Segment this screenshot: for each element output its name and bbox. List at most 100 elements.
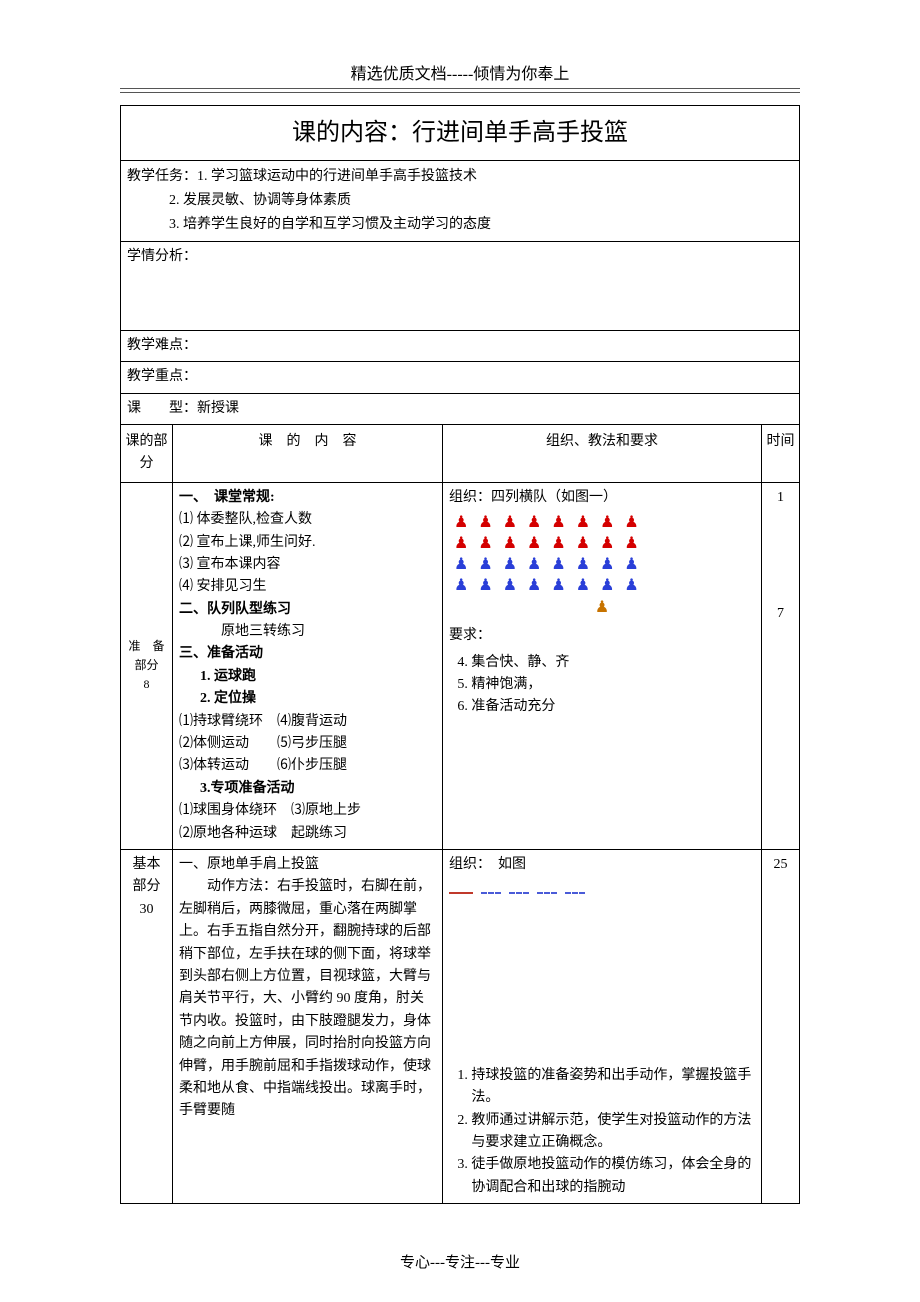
person-icon: ♟	[551, 555, 565, 576]
head-org: 组织、教法和要求	[443, 424, 762, 482]
dash-icon	[449, 892, 473, 894]
formation-teacher: ♟	[449, 598, 755, 619]
tasks-cell: 教学任务：1. 学习篮球运动中的行进间单手高手投篮技术 2. 发展灵敏、协调等身…	[121, 161, 800, 241]
prep-time-cell: 1 7	[762, 482, 800, 849]
prep-s1-title: 一、 课堂常规:	[179, 490, 275, 505]
person-icon: ♟	[600, 534, 614, 555]
dash-icon	[537, 892, 557, 894]
basic-time: 25	[774, 857, 788, 872]
basic-point-1: 持球投篮的准备姿势和出手动作，掌握投篮手法。	[471, 1065, 755, 1110]
dash-icon	[509, 892, 529, 894]
person-icon: ♟	[576, 576, 590, 597]
basic-point-2: 教师通过讲解示范，使学生对投篮动作的方法与要求建立正确概念。	[471, 1110, 755, 1155]
keypoint-label: 教学重点：	[127, 369, 197, 384]
person-icon: ♟	[600, 513, 614, 534]
person-icon: ♟	[527, 555, 541, 576]
prep-org-cell: 组织：四列横队（如图一） ♟♟♟♟♟♟♟♟ ♟♟♟♟♟♟♟♟ ♟♟♟♟♟♟♟♟ …	[443, 482, 762, 849]
prep-s3-b: 2. 定位操	[179, 688, 436, 710]
prep-part-num: 8	[127, 675, 166, 694]
prep-s1-3: ⑶ 宣布本课内容	[179, 557, 281, 572]
basic-points-list: 持球投篮的准备姿势和出手动作，掌握投篮手法。 教师通过讲解示范，使学生对投篮动作…	[449, 1065, 755, 1199]
lesson-title: 课的内容：行进间单手高手投篮	[121, 106, 800, 161]
person-icon: ♟	[478, 513, 492, 534]
org-diagram	[449, 882, 755, 904]
prep-time-1: 1	[768, 487, 793, 509]
person-icon: ♟	[600, 555, 614, 576]
type-cell: 课 型：新授课	[121, 393, 800, 424]
analysis-cell: 学情分析：	[121, 241, 800, 330]
basic-time-cell: 25	[762, 849, 800, 1203]
person-icon: ♟	[600, 576, 614, 597]
head-part: 课的部分	[121, 424, 173, 482]
prep-time-2: 7	[768, 603, 793, 625]
prep-s3-b3: ⑶体转运动 ⑹仆步压腿	[179, 758, 347, 773]
prep-s1-4: ⑷ 安排见习生	[179, 579, 267, 594]
prep-part-cell: 准 备部分 8	[121, 482, 173, 849]
prep-s3-c2: ⑵原地各种运球 起跳练习	[179, 826, 347, 841]
formation-diagram: ♟♟♟♟♟♟♟♟ ♟♟♟♟♟♟♟♟ ♟♟♟♟♟♟♟♟ ♟♟♟♟♟♟♟♟ ♟	[449, 513, 755, 619]
prep-org-label: 组织：	[449, 490, 491, 505]
person-icon: ♟	[576, 513, 590, 534]
person-icon: ♟	[527, 513, 541, 534]
teacher-icon: ♟	[595, 598, 609, 619]
basic-c-sub: 动作方法：	[207, 879, 277, 894]
basic-part-label: 基本部分	[127, 854, 166, 899]
formation-row-4: ♟♟♟♟♟♟♟♟	[449, 576, 755, 597]
basic-org-text: 如图	[498, 857, 526, 872]
head-time: 时间	[762, 424, 800, 482]
person-icon: ♟	[624, 576, 638, 597]
prep-content-cell: 一、 课堂常规: ⑴ 体委整队,检查人数 ⑵ 宣布上课,师生问好. ⑶ 宣布本课…	[173, 482, 443, 849]
person-icon: ♟	[576, 534, 590, 555]
person-icon: ♟	[527, 534, 541, 555]
prep-s3-c: 3.专项准备活动	[179, 778, 436, 800]
person-icon: ♟	[503, 534, 517, 555]
basic-c-body: 右手投篮时，右脚在前，左脚稍后，两膝微屈，重心落在两脚掌上。右手五指自然分开，翻…	[179, 879, 431, 1118]
person-icon: ♟	[503, 555, 517, 576]
person-icon: ♟	[454, 555, 468, 576]
basic-org-label: 组织：	[449, 857, 484, 872]
analysis-label: 学情分析：	[127, 249, 197, 264]
prep-s3-a: 1. 运球跑	[179, 666, 436, 688]
person-icon: ♟	[576, 555, 590, 576]
person-icon: ♟	[503, 513, 517, 534]
req-list: 集合快、静、齐 精神饱满， 准备活动充分	[449, 652, 755, 719]
tasks-label: 教学任务：	[127, 169, 197, 184]
task-3: 3. 培养学生良好的自学和互学习惯及主动学习的态度	[127, 213, 793, 237]
person-icon: ♟	[527, 576, 541, 597]
type-label: 课 型：	[127, 401, 197, 416]
person-icon: ♟	[454, 513, 468, 534]
dash-icon	[565, 892, 585, 894]
person-icon: ♟	[551, 576, 565, 597]
req-1: 集合快、静、齐	[471, 652, 755, 674]
req-2: 精神饱满，	[471, 674, 755, 696]
basic-c-title: 一、原地单手肩上投篮	[179, 854, 436, 876]
prep-s3-b1: ⑴持球臂绕环 ⑷腹背运动	[179, 714, 347, 729]
task-1: 1. 学习篮球运动中的行进间单手高手投篮技术	[197, 169, 477, 184]
task-2: 2. 发展灵敏、协调等身体素质	[127, 189, 793, 213]
page-header: 精选优质文档-----倾情为你奉上	[120, 60, 800, 84]
type-value: 新授课	[197, 401, 239, 416]
page-footer: 专心---专注---专业	[0, 1251, 920, 1272]
difficulty-label: 教学难点：	[127, 338, 197, 353]
person-icon: ♟	[624, 513, 638, 534]
person-icon: ♟	[551, 513, 565, 534]
prep-s3-title: 三、准备活动	[179, 646, 263, 661]
keypoint-cell: 教学重点：	[121, 362, 800, 393]
prep-org-text: 四列横队（如图一）	[491, 490, 617, 505]
prep-s2-sub: 原地三转练习	[179, 621, 436, 643]
prep-s2-title: 二、队列队型练习	[179, 602, 291, 617]
difficulty-cell: 教学难点：	[121, 330, 800, 361]
person-icon: ♟	[551, 534, 565, 555]
basic-part-cell: 基本部分 30	[121, 849, 173, 1203]
basic-point-3: 徒手做原地投篮动作的模仿练习，体会全身的协调配合和出球的指腕动	[471, 1154, 755, 1199]
header-rule	[120, 88, 800, 93]
person-icon: ♟	[454, 576, 468, 597]
person-icon: ♟	[624, 534, 638, 555]
dash-icon	[481, 892, 501, 894]
prep-s3-c1: ⑴球围身体绕环 ⑶原地上步	[179, 803, 361, 818]
head-content: 课 的 内 容	[173, 424, 443, 482]
basic-part-num: 30	[127, 899, 166, 921]
req-label: 要求：	[449, 628, 491, 643]
person-icon: ♟	[478, 555, 492, 576]
prep-s3-b2: ⑵体侧运动 ⑸弓步压腿	[179, 736, 347, 751]
